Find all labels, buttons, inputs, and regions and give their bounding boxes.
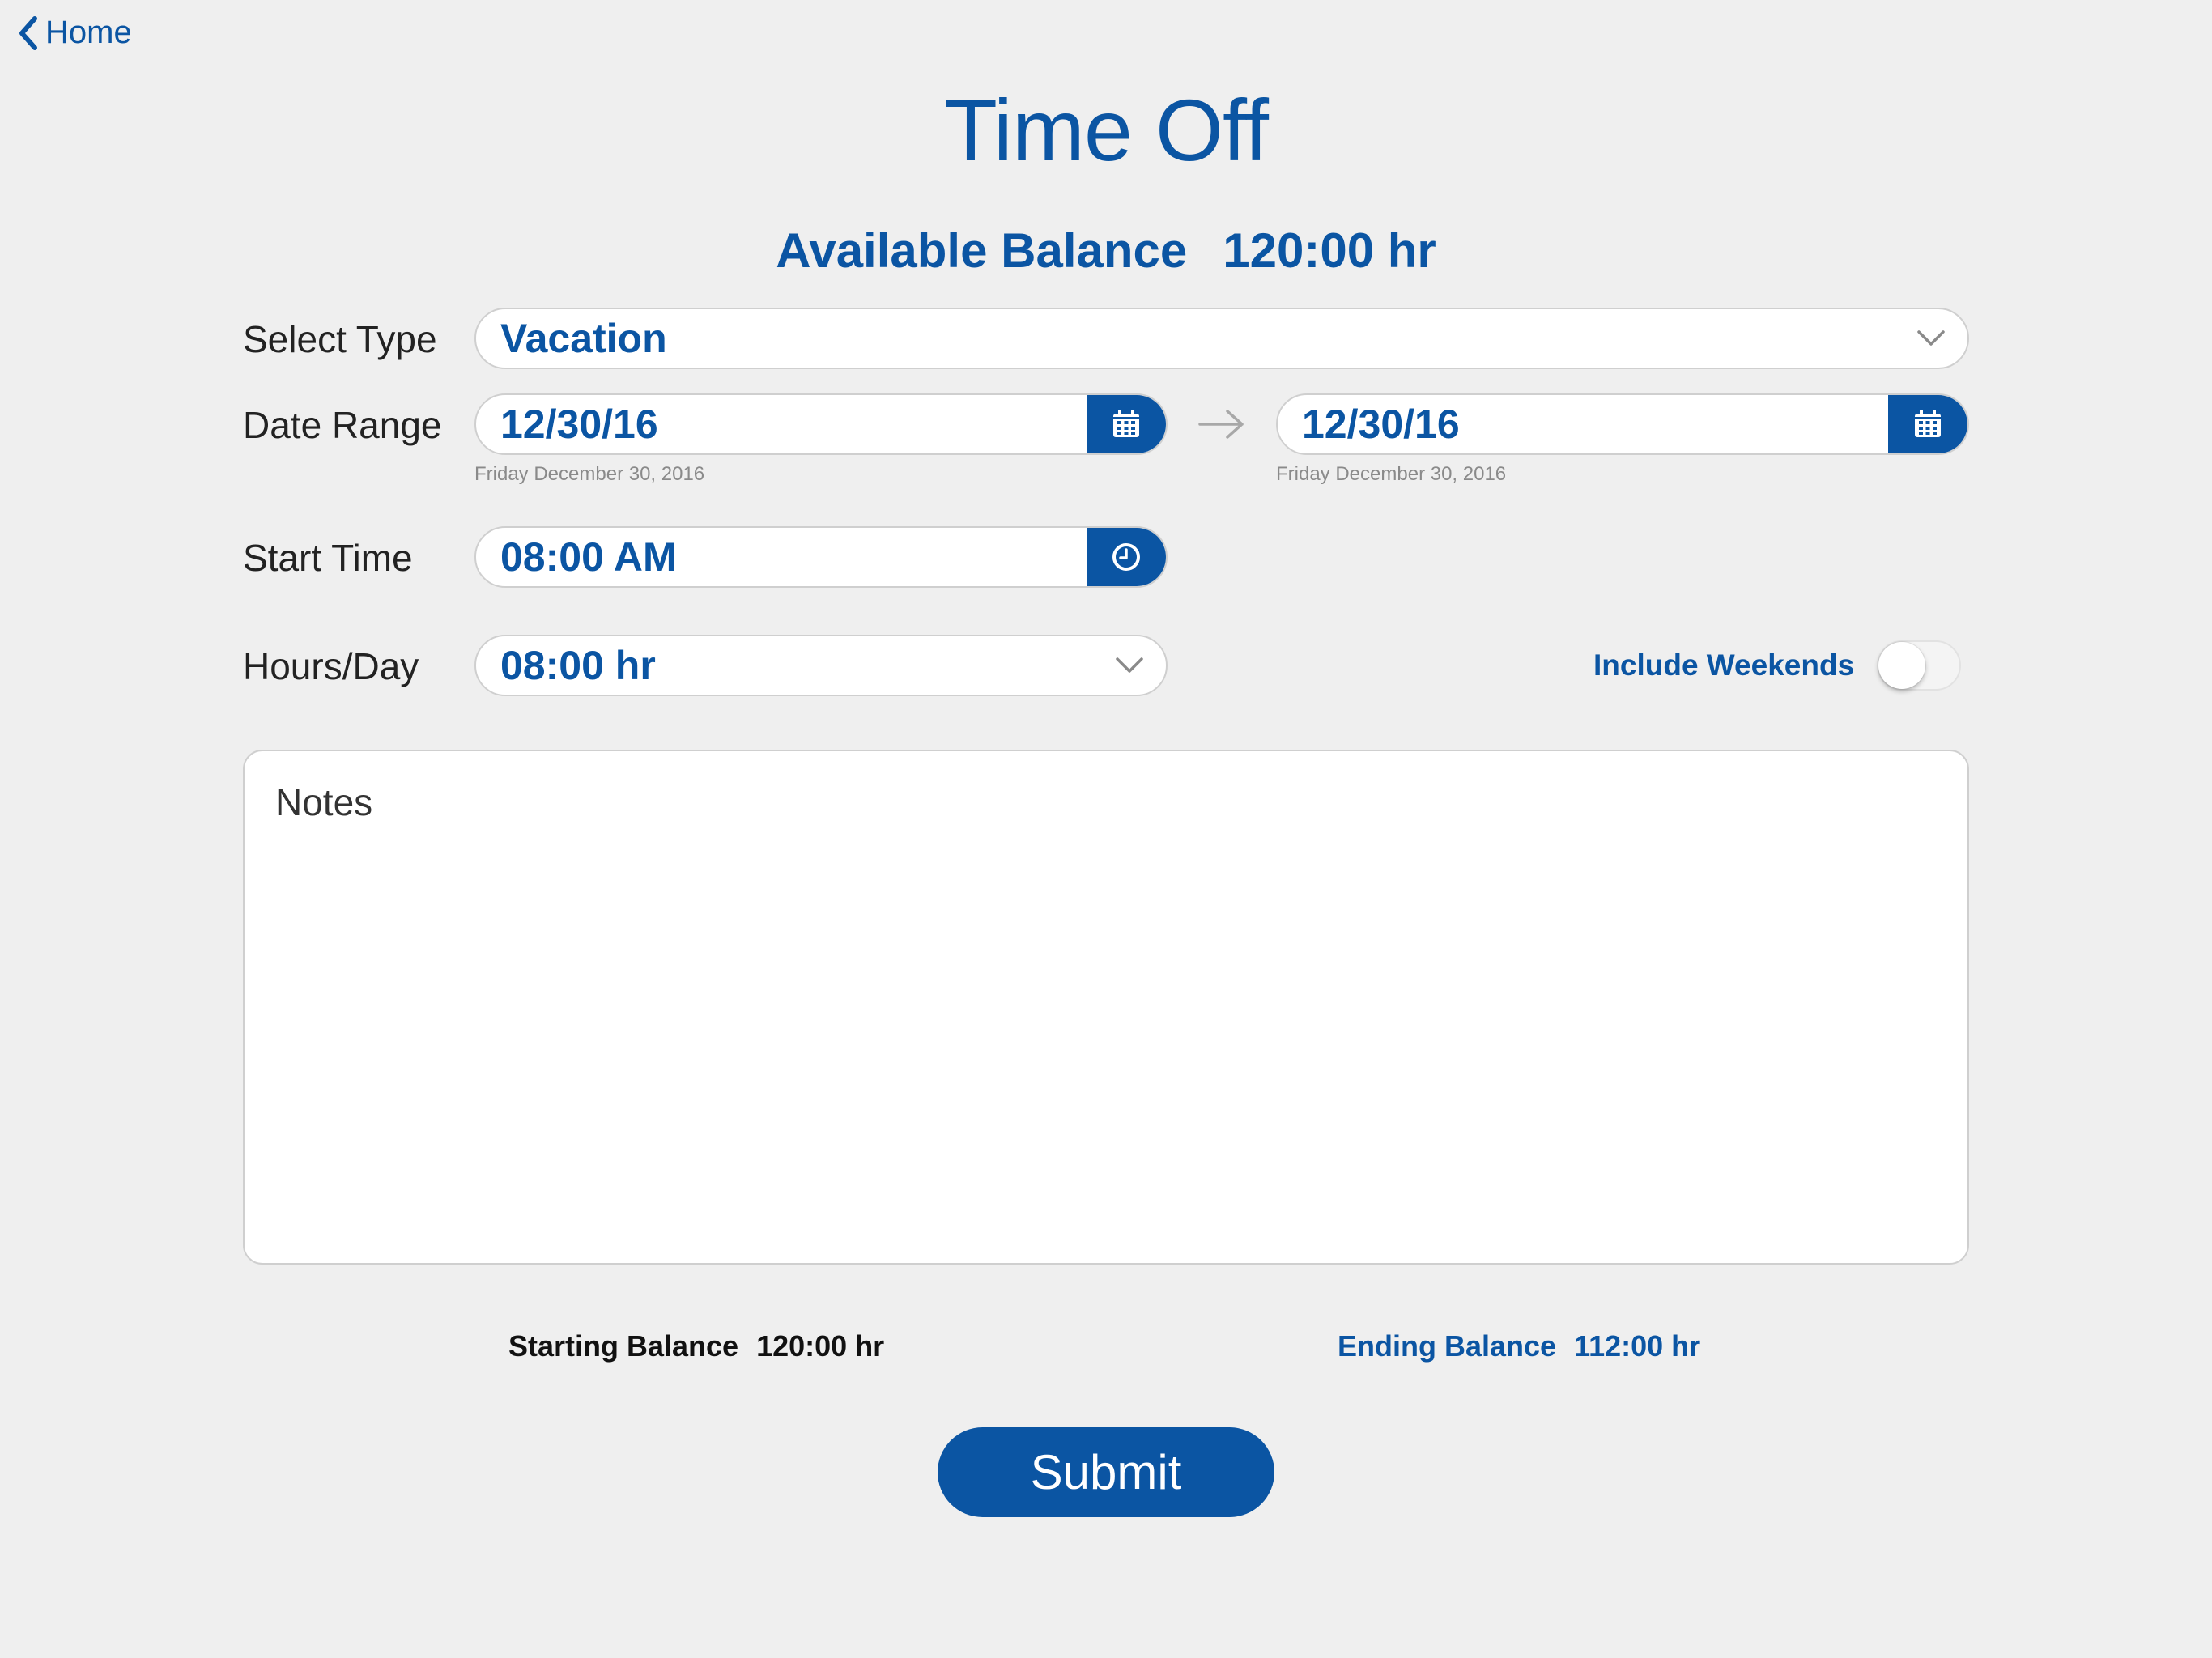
include-weekends-label: Include Weekends (1593, 648, 1855, 682)
arrow-right-icon (1198, 410, 1244, 439)
start-time-label: Start Time (243, 537, 413, 579)
start-date-subtext: Friday December 30, 2016 (474, 463, 705, 485)
starting-balance-value: 120:00 hr (756, 1329, 885, 1363)
start-date-field[interactable]: 12/30/16 (474, 393, 1168, 455)
end-date-field[interactable]: 12/30/16 (1276, 393, 1969, 455)
starting-balance: Starting Balance 120:00 hr (508, 1329, 884, 1363)
submit-button[interactable]: Submit (938, 1427, 1274, 1517)
start-date-value: 12/30/16 (500, 402, 658, 447)
include-weekends-toggle[interactable] (1877, 640, 1961, 691)
ending-balance-label: Ending Balance (1338, 1329, 1557, 1363)
page-title: Time Off (943, 81, 1269, 179)
calendar-icon (1915, 410, 1941, 437)
available-balance-label: Available Balance (776, 223, 1188, 278)
back-button[interactable]: Home (18, 15, 132, 51)
select-type-value: Vacation (500, 316, 667, 361)
available-balance-value: 120:00 hr (1223, 223, 1436, 278)
start-time-value: 08:00 AM (500, 534, 677, 580)
start-time-picker-button[interactable] (1087, 528, 1166, 586)
ending-balance: Ending Balance 112:00 hr (1338, 1329, 1700, 1363)
notes-placeholder: Notes (275, 781, 373, 823)
select-type-label: Select Type (243, 318, 437, 360)
chevron-left-icon (19, 15, 37, 50)
hours-per-day-label: Hours/Day (243, 645, 419, 687)
calendar-icon (1113, 410, 1139, 437)
ending-balance-value: 112:00 hr (1574, 1329, 1701, 1363)
available-balance: Available Balance 120:00 hr (0, 223, 2212, 278)
select-type-dropdown[interactable]: Vacation (474, 308, 1969, 369)
date-range-label: Date Range (243, 404, 442, 446)
starting-balance-label: Starting Balance (508, 1329, 739, 1363)
end-date-subtext: Friday December 30, 2016 (1276, 463, 1507, 485)
start-date-picker-button[interactable] (1087, 395, 1166, 453)
end-date-picker-button[interactable] (1888, 395, 1967, 453)
toggle-knob (1878, 642, 1925, 689)
back-label: Home (45, 15, 132, 50)
chevron-down-icon (1093, 657, 1166, 674)
chevron-down-icon (1895, 329, 1967, 347)
start-time-field[interactable]: 08:00 AM (474, 526, 1168, 588)
notes-textarea[interactable]: Notes (243, 750, 1969, 1265)
hours-per-day-value: 08:00 hr (500, 643, 656, 688)
hours-per-day-dropdown[interactable]: 08:00 hr (474, 635, 1168, 696)
end-date-value: 12/30/16 (1302, 402, 1460, 447)
clock-icon (1112, 543, 1140, 571)
